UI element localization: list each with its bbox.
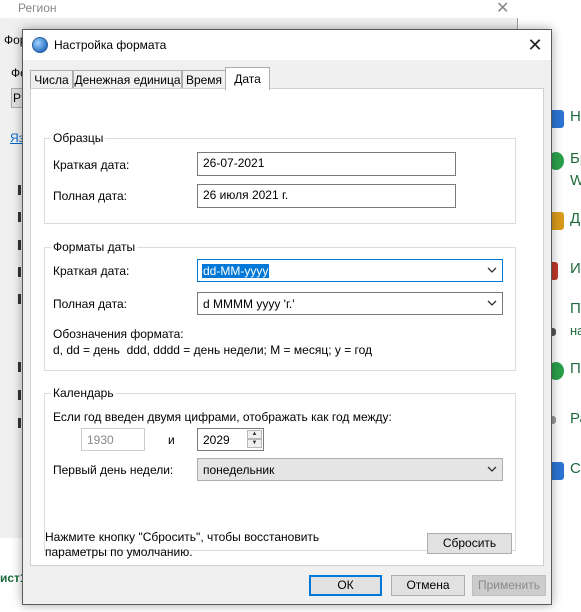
dialog-titlebar[interactable]: Настройка формата ✕	[23, 30, 551, 60]
background-mark	[18, 418, 21, 428]
reset-hint-line1: Нажмите кнопку "Сбросить", чтобы восстан…	[45, 530, 320, 544]
control-panel-item-label: С	[570, 460, 581, 477]
control-panel-item[interactable]: W	[548, 172, 581, 196]
reset-button[interactable]: Сбросить	[427, 533, 512, 554]
chevron-down-icon[interactable]	[486, 296, 498, 310]
control-panel-item[interactable]: Д	[548, 210, 581, 234]
control-panel-item[interactable]: П	[548, 300, 581, 324]
apply-button[interactable]: Применить	[472, 575, 546, 596]
control-panel-item-label: Н	[570, 108, 581, 125]
control-panel-item[interactable]: И	[548, 260, 581, 284]
year-to-spin-buttons[interactable]: ▲ ▼	[247, 430, 262, 449]
tab-date[interactable]: Дата	[225, 67, 270, 90]
background-titlebar: Регион ✕	[0, 0, 518, 18]
year-to-value[interactable]: 2029	[203, 433, 230, 447]
format-notation-text: d, dd = день ddd, dddd = день недели; M …	[53, 343, 373, 357]
year-to-spinner[interactable]: 2029 ▲ ▼	[197, 428, 264, 451]
dialog-title: Настройка формата	[54, 38, 167, 52]
tab-numbers[interactable]: Числа	[30, 70, 73, 89]
samples-group: Образцы Краткая дата: 26-07-2021 Полная …	[44, 131, 516, 224]
control-panel-item-label: П	[570, 360, 581, 377]
short-date-sample-field: 26-07-2021	[197, 152, 456, 176]
background-mark	[18, 212, 21, 222]
first-day-combo[interactable]: понедельник	[197, 458, 503, 481]
two-digit-year-text: Если год введен двумя цифрами, отображат…	[53, 410, 392, 424]
long-date-format-combo[interactable]: d MMMM yyyy 'г.'	[197, 292, 503, 315]
control-panel-item-label: Д	[570, 210, 581, 227]
globe-icon	[32, 37, 48, 53]
control-panel-item-label: Ра	[570, 410, 581, 427]
calendar-group-title: Календарь	[51, 386, 116, 400]
first-day-label: Первый день недели:	[53, 463, 174, 477]
date-formats-group: Форматы даты Краткая дата: dd-MM-yyyy По…	[44, 240, 516, 371]
short-date-format-value[interactable]: dd-MM-yyyy	[202, 264, 270, 278]
samples-group-title: Образцы	[51, 131, 106, 145]
background-mark	[18, 362, 21, 372]
and-label: и	[168, 433, 175, 447]
long-date-sample-label: Полная дата:	[53, 189, 127, 203]
short-date-format-combo[interactable]: dd-MM-yyyy	[197, 259, 503, 282]
background-mark	[18, 390, 21, 400]
chevron-down-icon[interactable]	[486, 263, 498, 277]
control-panel-item[interactable]: П	[548, 360, 581, 384]
control-panel-item-label: на	[570, 323, 581, 338]
spin-down-icon[interactable]: ▼	[247, 439, 262, 448]
long-date-sample-field: 26 июля 2021 г.	[197, 184, 456, 208]
long-date-format-label: Полная дата:	[53, 297, 127, 311]
control-panel-item-label: W	[570, 172, 581, 189]
control-panel-item-label: И	[570, 260, 581, 277]
tab-panel-date: Образцы Краткая дата: 26-07-2021 Полная …	[30, 88, 544, 566]
chevron-down-icon[interactable]	[486, 462, 498, 476]
background-close-icon[interactable]: ✕	[496, 0, 509, 18]
long-date-format-value: d MMMM yyyy 'г.'	[203, 297, 295, 311]
tab-time[interactable]: Время	[182, 70, 226, 89]
background-mark	[18, 267, 21, 277]
control-panel-item[interactable]: Н	[548, 108, 581, 132]
date-formats-group-title: Форматы даты	[51, 240, 138, 254]
reset-hint-line2: параметры по умолчанию.	[45, 545, 193, 559]
short-date-sample-label: Краткая дата:	[53, 158, 130, 172]
cancel-button[interactable]: Отмена	[391, 575, 465, 596]
control-panel-item[interactable]: С	[548, 460, 581, 484]
calendar-group: Календарь Если год введен двумя цифрами,…	[44, 386, 516, 551]
year-from-field: 1930	[81, 428, 145, 451]
ok-button[interactable]: ОК	[309, 575, 382, 596]
format-notation-title: Обозначения формата:	[53, 327, 184, 341]
background-mark	[18, 185, 21, 195]
control-panel-item-label: П	[570, 300, 581, 317]
first-day-value: понедельник	[203, 463, 275, 477]
background-mark	[18, 294, 21, 304]
background-mark	[18, 240, 21, 250]
control-panel-item[interactable]: на	[548, 322, 581, 346]
tab-currency[interactable]: Денежная единица	[73, 70, 182, 89]
background-title: Регион	[18, 1, 57, 15]
format-settings-dialog: Настройка формата ✕ Числа Денежная едини…	[22, 29, 552, 605]
spin-up-icon[interactable]: ▲	[247, 430, 262, 439]
control-panel-item-label: Бр	[570, 150, 581, 167]
control-panel-item[interactable]: Ра	[548, 410, 581, 434]
control-panel-item[interactable]: Бр	[548, 150, 581, 174]
short-date-format-label: Краткая дата:	[53, 264, 130, 278]
close-button[interactable]: ✕	[523, 33, 547, 57]
